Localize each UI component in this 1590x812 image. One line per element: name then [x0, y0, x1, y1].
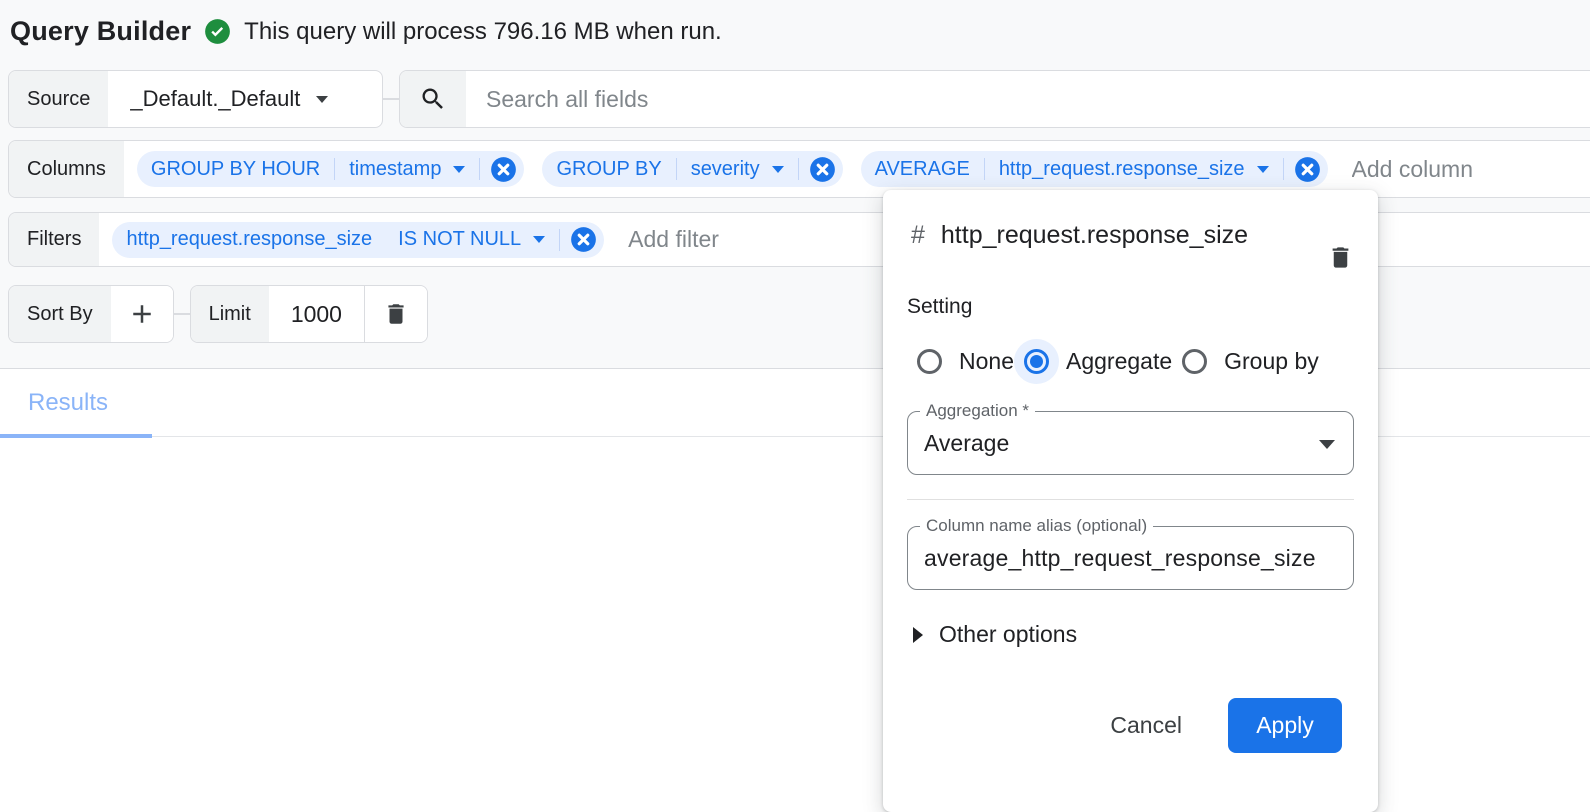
- source-dataset-dropdown[interactable]: _Default._Default: [108, 71, 350, 127]
- filter-dropdown[interactable]: http_request.response_size IS NOT NULL: [112, 228, 559, 251]
- chip-operation: GROUP BY HOUR: [137, 158, 334, 181]
- page-header: Query Builder This query will process 79…: [10, 16, 722, 47]
- chip-remove-button[interactable]: [490, 156, 517, 183]
- sort-limit-row: Sort By Limit 1000: [8, 285, 428, 343]
- filters-label: Filters: [9, 213, 99, 266]
- search-box: [399, 70, 1590, 128]
- other-options-expander[interactable]: Other options: [907, 621, 1354, 648]
- radio-label: None: [959, 348, 1014, 375]
- sort-by-group: Sort By: [8, 285, 174, 343]
- tab-active-underline: [0, 434, 152, 438]
- radio-button-icon: [1182, 349, 1207, 374]
- chip-field-value: http_request.response_size: [999, 158, 1245, 181]
- search-input[interactable]: [466, 71, 1590, 127]
- chip-divider: [798, 158, 799, 180]
- add-sort-button[interactable]: [127, 299, 157, 329]
- source-group: Source _Default._Default: [8, 70, 383, 128]
- chip-divider: [479, 158, 480, 180]
- columns-chips-area: GROUP BY HOUR timestamp GROUP BY: [124, 141, 1590, 197]
- radio-button-selected-icon: [1024, 349, 1049, 374]
- chip-divider: [559, 229, 560, 251]
- close-icon: [570, 226, 597, 253]
- source-label: Source: [9, 71, 108, 127]
- chip-field-value: timestamp: [349, 158, 441, 181]
- chevron-down-icon: [533, 236, 545, 243]
- chip-field-value: severity: [691, 158, 760, 181]
- chevron-down-icon: [772, 166, 784, 173]
- chevron-right-icon: [913, 627, 923, 643]
- delete-limit-button[interactable]: [383, 301, 409, 327]
- cancel-button[interactable]: Cancel: [1110, 712, 1182, 739]
- sort-by-label: Sort By: [9, 286, 111, 342]
- query-valid-icon: [204, 18, 231, 45]
- aggregation-select[interactable]: Aggregation * Average: [907, 411, 1354, 475]
- setting-heading: Setting: [907, 295, 1354, 319]
- limit-value-input[interactable]: 1000: [269, 286, 364, 342]
- aggregation-field-label: Aggregation *: [920, 401, 1035, 421]
- radio-label: Aggregate: [1066, 348, 1172, 375]
- limit-group: Limit 1000: [190, 285, 428, 343]
- add-filter-input[interactable]: [622, 226, 822, 253]
- apply-button[interactable]: Apply: [1228, 698, 1342, 753]
- chip-field-dropdown[interactable]: severity: [677, 158, 798, 181]
- setting-radio-group: None Aggregate Group by: [907, 339, 1354, 384]
- radio-option-aggregate[interactable]: Aggregate: [1014, 339, 1172, 384]
- page-title: Query Builder: [10, 16, 191, 47]
- delete-column-button[interactable]: [1327, 244, 1354, 271]
- filter-chip: http_request.response_size IS NOT NULL: [112, 222, 604, 258]
- column-chip: AVERAGE http_request.response_size: [861, 151, 1328, 187]
- chip-field-dropdown[interactable]: http_request.response_size: [985, 158, 1283, 181]
- numeric-type-icon: #: [911, 221, 925, 250]
- tab-results-label: Results: [28, 389, 108, 417]
- connector-line: [383, 98, 399, 100]
- alias-field-label: Column name alias (optional): [920, 516, 1153, 536]
- radio-option-none[interactable]: None: [907, 339, 1014, 384]
- filter-condition-value: IS NOT NULL: [398, 228, 521, 251]
- chip-divider: [1283, 158, 1284, 180]
- column-chip: GROUP BY severity: [542, 151, 842, 187]
- radio-label: Group by: [1224, 348, 1319, 375]
- column-settings-popup: # http_request.response_size Setting Non…: [883, 190, 1378, 812]
- source-dataset-value: _Default._Default: [130, 86, 300, 112]
- radio-option-group-by[interactable]: Group by: [1172, 339, 1319, 384]
- column-chip: GROUP BY HOUR timestamp: [137, 151, 525, 187]
- columns-label: Columns: [9, 141, 124, 197]
- popup-header: # http_request.response_size: [907, 214, 1354, 271]
- filter-field-value: http_request.response_size: [126, 228, 372, 251]
- chevron-down-icon: [1257, 166, 1269, 173]
- limit-label: Limit: [191, 286, 269, 342]
- alias-field: Column name alias (optional): [907, 526, 1354, 590]
- popup-footer: Cancel Apply: [907, 698, 1354, 753]
- aggregation-value: Average: [908, 412, 1353, 474]
- chevron-down-icon: [453, 166, 465, 173]
- radio-button-icon: [917, 349, 942, 374]
- trash-icon: [1327, 244, 1354, 271]
- query-status-message: This query will process 796.16 MB when r…: [244, 18, 722, 46]
- search-icon: [400, 71, 466, 127]
- trash-icon: [383, 301, 409, 327]
- close-icon: [809, 156, 836, 183]
- chevron-down-icon: [316, 96, 328, 103]
- chip-operation: AVERAGE: [861, 158, 984, 181]
- connector-line: [174, 313, 190, 315]
- plus-icon: [127, 299, 157, 329]
- chip-remove-button[interactable]: [809, 156, 836, 183]
- divider: [907, 499, 1354, 500]
- chip-field-dropdown[interactable]: timestamp: [335, 158, 479, 181]
- other-options-label: Other options: [939, 621, 1077, 648]
- tab-results[interactable]: Results: [0, 369, 152, 437]
- add-column-input[interactable]: [1346, 156, 1546, 183]
- chip-remove-button[interactable]: [1294, 156, 1321, 183]
- close-icon: [490, 156, 517, 183]
- chip-operation: GROUP BY: [542, 158, 675, 181]
- chevron-down-icon: [1319, 440, 1335, 449]
- source-row: Source _Default._Default: [8, 70, 1590, 128]
- alias-input[interactable]: [908, 527, 1353, 589]
- popup-title: http_request.response_size: [941, 214, 1283, 256]
- chip-remove-button[interactable]: [570, 226, 597, 253]
- close-icon: [1294, 156, 1321, 183]
